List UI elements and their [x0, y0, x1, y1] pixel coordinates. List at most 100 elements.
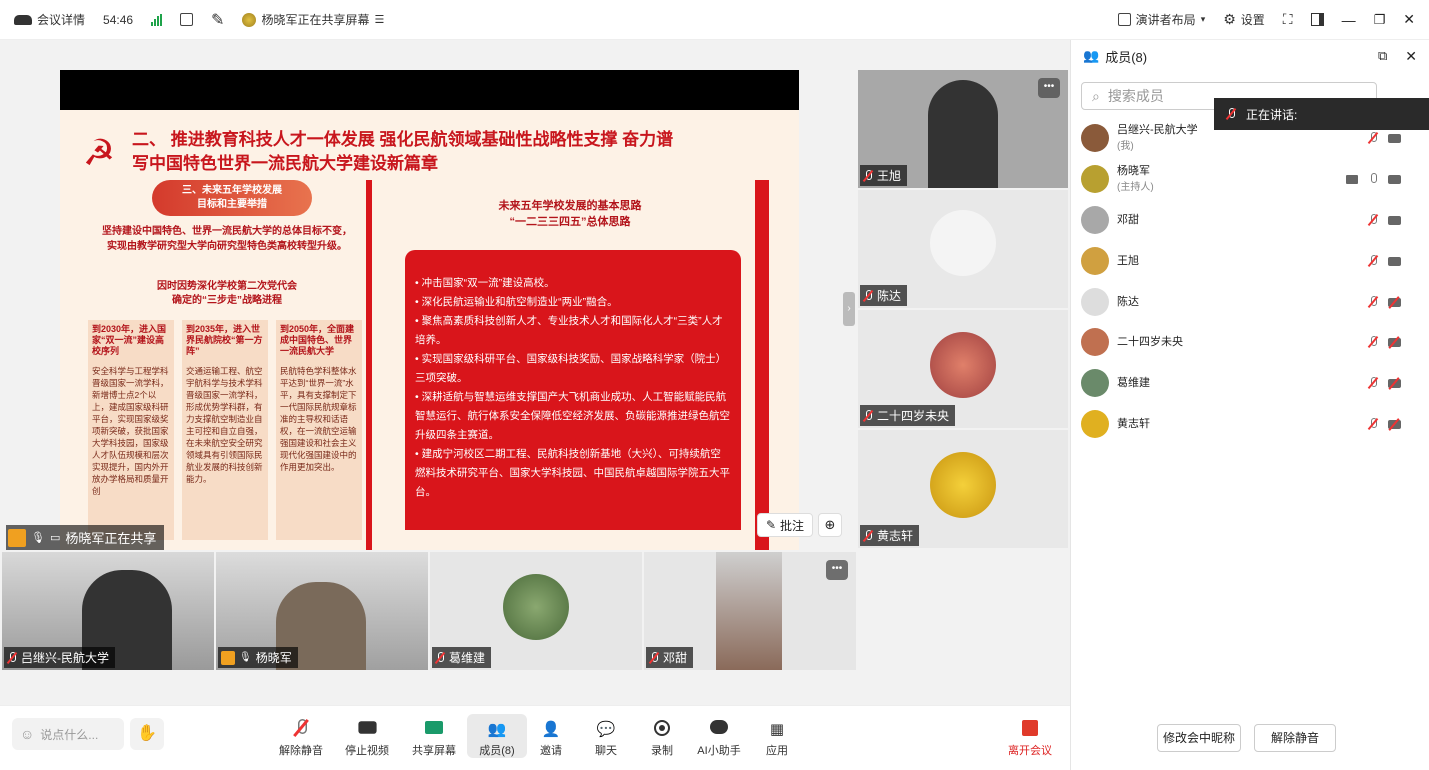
- camera-icon[interactable]: [1388, 256, 1401, 266]
- mic-off-icon: [294, 719, 309, 737]
- settings-button[interactable]: ⚙ 设置: [1223, 11, 1265, 28]
- camera-off-icon[interactable]: [1388, 419, 1401, 429]
- ai-assistant-button[interactable]: AI小助手: [689, 714, 749, 758]
- member-row[interactable]: 邓甜: [1081, 200, 1411, 240]
- fullscreen-icon[interactable]: ⛶: [1283, 11, 1293, 28]
- mic-off-icon[interactable]: [1368, 132, 1378, 144]
- mic-off-icon[interactable]: [1368, 418, 1378, 430]
- member-row[interactable]: 杨晓军 (主持人): [1081, 159, 1411, 199]
- tile-label: 黄志轩: [860, 525, 920, 546]
- camera-icon[interactable]: [1388, 174, 1401, 184]
- member-row[interactable]: 二十四岁未央: [1081, 322, 1411, 362]
- list-item: • 深化民航运输业和航空制造业“两业”融合。: [415, 296, 618, 308]
- avatar: [1081, 124, 1109, 152]
- member-row[interactable]: 黄志轩: [1081, 404, 1411, 444]
- mic-off-icon: [863, 169, 873, 182]
- sharer-avatar-icon: [242, 12, 257, 27]
- video-tile-weiyang[interactable]: 二十四岁未央: [858, 310, 1068, 428]
- mic-off-icon: [649, 651, 659, 664]
- popout-button[interactable]: [180, 13, 194, 26]
- unmute-label: 解除静音: [279, 745, 323, 757]
- ai-bot-icon: [710, 720, 728, 734]
- goal-line2: 实现由教学研究型大学向研究型特色类高校转型升级。: [107, 241, 347, 252]
- collapse-thumbs-button[interactable]: ›: [843, 292, 855, 326]
- close-icon[interactable]: ✕: [1405, 48, 1417, 65]
- tile-label: 葛维建: [432, 647, 492, 668]
- shared-screen[interactable]: ☭ 二、 推进教育科技人才一体发展 强化民航领域基础性战略性支撑 奋力谱 写中国…: [60, 70, 799, 550]
- mic-off-icon[interactable]: [1368, 214, 1378, 226]
- member-name: 杨晓军: [1117, 165, 1150, 177]
- invite-label: 邀请: [540, 745, 562, 757]
- members-button[interactable]: 👥 成员(8): [467, 714, 527, 758]
- more-icon[interactable]: •••: [1038, 78, 1060, 98]
- add-user-icon: 👤: [541, 721, 561, 738]
- share-screen-label: 共享屏幕: [412, 745, 456, 757]
- member-row[interactable]: 葛维建: [1081, 363, 1411, 403]
- camera-off-icon[interactable]: [1388, 297, 1401, 307]
- camera-icon[interactable]: [1388, 215, 1401, 225]
- video-tile-chenda[interactable]: 陈达: [858, 190, 1068, 308]
- mic-off-icon[interactable]: [1368, 377, 1378, 389]
- video-tile-huangzhixuan[interactable]: 黄志轩: [858, 430, 1068, 548]
- column-head: 到2050年，全面建成中国特色、世界一流民航大学: [280, 324, 355, 356]
- camera-off-icon[interactable]: [1388, 378, 1401, 388]
- mic-off-icon: [435, 651, 445, 664]
- participant-avatar: [503, 574, 569, 640]
- avatar: [1081, 328, 1109, 356]
- video-tile-geweijian[interactable]: 葛维建: [430, 552, 642, 670]
- layout-button[interactable]: 演讲者布局 ▾: [1117, 11, 1205, 28]
- camera-icon[interactable]: [1388, 133, 1401, 143]
- search-placeholder: 搜索成员: [1107, 88, 1164, 104]
- tile-name: 黄志轩: [877, 529, 914, 543]
- member-row[interactable]: 吕继兴-民航大学 (我): [1081, 118, 1411, 158]
- sharing-status-text: 杨晓军正在共享屏幕: [261, 13, 370, 27]
- video-tile-yangxiaojun[interactable]: 🎙 杨晓军: [216, 552, 428, 670]
- tile-label: 陈达: [860, 285, 908, 306]
- participant-video: [716, 552, 782, 670]
- mic-off-icon[interactable]: [1368, 336, 1378, 348]
- member-row[interactable]: 陈达: [1081, 282, 1411, 322]
- meeting-details-button[interactable]: 会议详情: [14, 11, 85, 28]
- raise-hand-button[interactable]: ✋: [130, 718, 164, 750]
- zoom-in-button[interactable]: ⊕: [818, 513, 842, 537]
- chat-button[interactable]: 💬 聊天: [576, 714, 636, 758]
- annotation-toggle[interactable]: ✎: [211, 10, 224, 30]
- default-avatar-icon: [930, 210, 996, 276]
- meeting-details-label: 会议详情: [37, 13, 86, 27]
- close-icon[interactable]: ✕: [1403, 11, 1415, 28]
- party-emblem-icon: ☭: [82, 132, 116, 173]
- column-head: 到2030年，进入国家“双一流”建设高校序列: [92, 324, 167, 356]
- minimize-icon[interactable]: —: [1342, 12, 1356, 28]
- more-icon[interactable]: •••: [826, 560, 848, 580]
- mic-off-icon[interactable]: [1368, 296, 1378, 308]
- video-tile-wangxu[interactable]: ••• 王旭: [858, 70, 1068, 188]
- mic-off-icon[interactable]: [1368, 255, 1378, 267]
- restore-icon[interactable]: ❐: [1374, 12, 1386, 28]
- video-tile-lvjixing[interactable]: 吕继兴-民航大学: [2, 552, 214, 670]
- participant-avatar: [930, 332, 996, 398]
- share-screen-button[interactable]: 共享屏幕: [404, 714, 464, 758]
- member-row[interactable]: 王旭: [1081, 241, 1411, 281]
- unmute-button[interactable]: 解除静音: [271, 714, 331, 758]
- network-signal[interactable]: [151, 13, 163, 26]
- record-label: 录制: [651, 745, 673, 757]
- annotate-button[interactable]: ✎ 批注: [757, 513, 813, 537]
- sharing-status[interactable]: 杨晓军正在共享屏幕 ☰: [242, 11, 384, 28]
- unmute-all-button[interactable]: 解除静音: [1254, 724, 1336, 752]
- popout-icon[interactable]: ⧉: [1378, 48, 1387, 64]
- apps-button[interactable]: ▦ 应用: [747, 714, 807, 758]
- video-tile-dengtian[interactable]: ••• 邓甜: [644, 552, 856, 670]
- camera-off-icon[interactable]: [1388, 337, 1401, 347]
- signal-bars-icon: [151, 13, 163, 26]
- leave-meeting-button[interactable]: 离开会议: [1000, 714, 1060, 758]
- ideas-title-line1: 未来五年学校发展的基本思路: [498, 200, 642, 212]
- column-2035: 到2035年，进入世界民航院校“第一方阵” 交通运输工程、航空宇航科学与技术学科…: [182, 320, 268, 540]
- rename-button[interactable]: 修改会中昵称: [1157, 724, 1241, 752]
- sidebar-toggle-icon[interactable]: [1310, 13, 1324, 26]
- chat-icon: 💬: [596, 721, 616, 738]
- record-button[interactable]: 录制: [632, 714, 692, 758]
- stop-video-button[interactable]: 停止视频: [337, 714, 397, 758]
- mic-icon[interactable]: [1368, 173, 1378, 185]
- invite-button[interactable]: 👤 邀请: [521, 714, 581, 758]
- chat-input[interactable]: ☺ 说点什么...: [12, 718, 124, 750]
